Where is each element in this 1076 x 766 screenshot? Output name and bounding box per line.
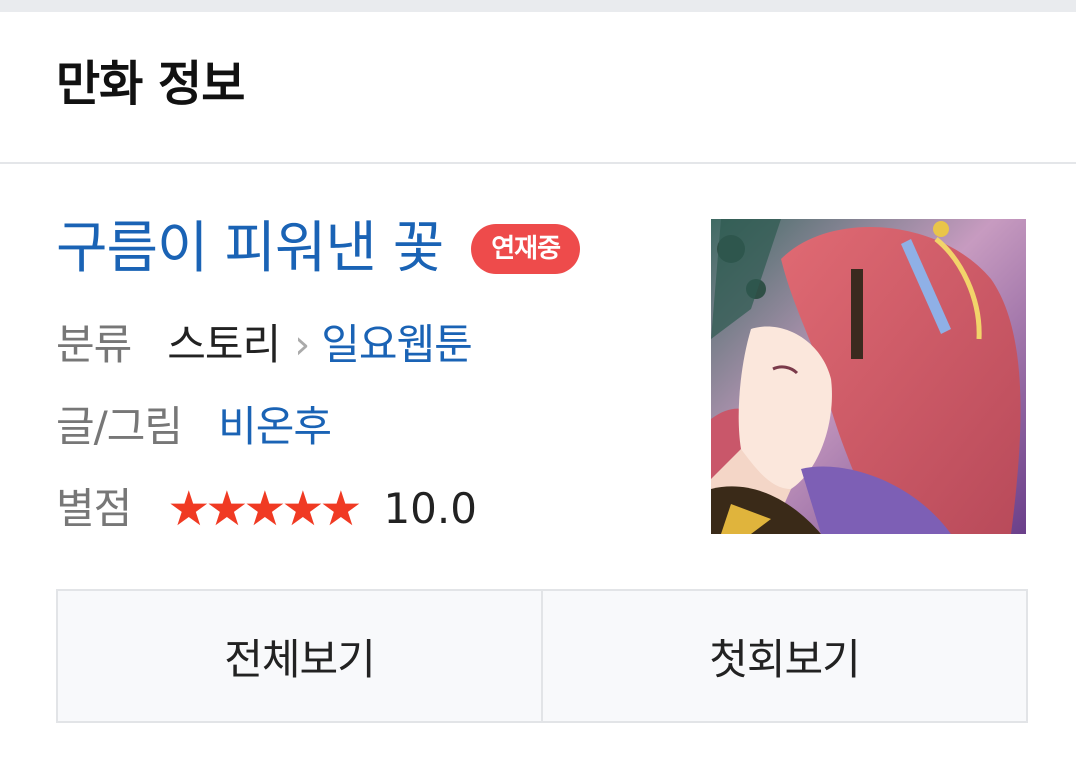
- star-icon: ★: [205, 481, 248, 537]
- rating-label: 별점: [56, 484, 132, 533]
- comic-title[interactable]: 구름이 피워낸 꽃: [56, 216, 444, 282]
- first-episode-button[interactable]: 첫회보기: [541, 591, 1026, 721]
- comic-title-row: 구름이 피워낸 꽃 연재중: [56, 216, 581, 282]
- genre-label: 분류: [56, 320, 132, 369]
- author-row: 글/그림 비온후: [56, 402, 332, 452]
- rating-row: 별점 ★ ★ ★ ★ ★ 10.0: [56, 484, 477, 534]
- top-divider-strip: [0, 0, 1076, 12]
- comic-cover-illustration: [711, 219, 1026, 534]
- star-icon: ★: [281, 481, 324, 537]
- view-all-button[interactable]: 전체보기: [58, 591, 541, 721]
- rating-value: 10.0: [383, 484, 477, 533]
- star-icon: ★: [167, 481, 210, 537]
- comic-info-panel: 구름이 피워낸 꽃 연재중 분류 스토리 › 일요웹툰 글/그림 비온후 별점 …: [0, 164, 1076, 766]
- chevron-right-icon: ›: [294, 322, 310, 368]
- star-icon: ★: [319, 481, 362, 537]
- genre-subcategory-link[interactable]: 일요웹툰: [321, 320, 473, 370]
- page-title: 만화 정보: [56, 56, 245, 112]
- comic-thumbnail[interactable]: [711, 219, 1026, 534]
- rating-stars: ★ ★ ★ ★ ★: [167, 481, 362, 537]
- author-link[interactable]: 비온후: [218, 402, 332, 452]
- genre-category: 스토리: [167, 320, 281, 369]
- genre-row: 분류 스토리 › 일요웹툰: [56, 320, 473, 370]
- status-badge: 연재중: [471, 224, 581, 274]
- action-buttons: 전체보기 첫회보기: [56, 589, 1028, 723]
- star-icon: ★: [243, 481, 286, 537]
- author-label: 글/그림: [56, 402, 183, 451]
- page-header: 만화 정보: [0, 12, 1076, 164]
